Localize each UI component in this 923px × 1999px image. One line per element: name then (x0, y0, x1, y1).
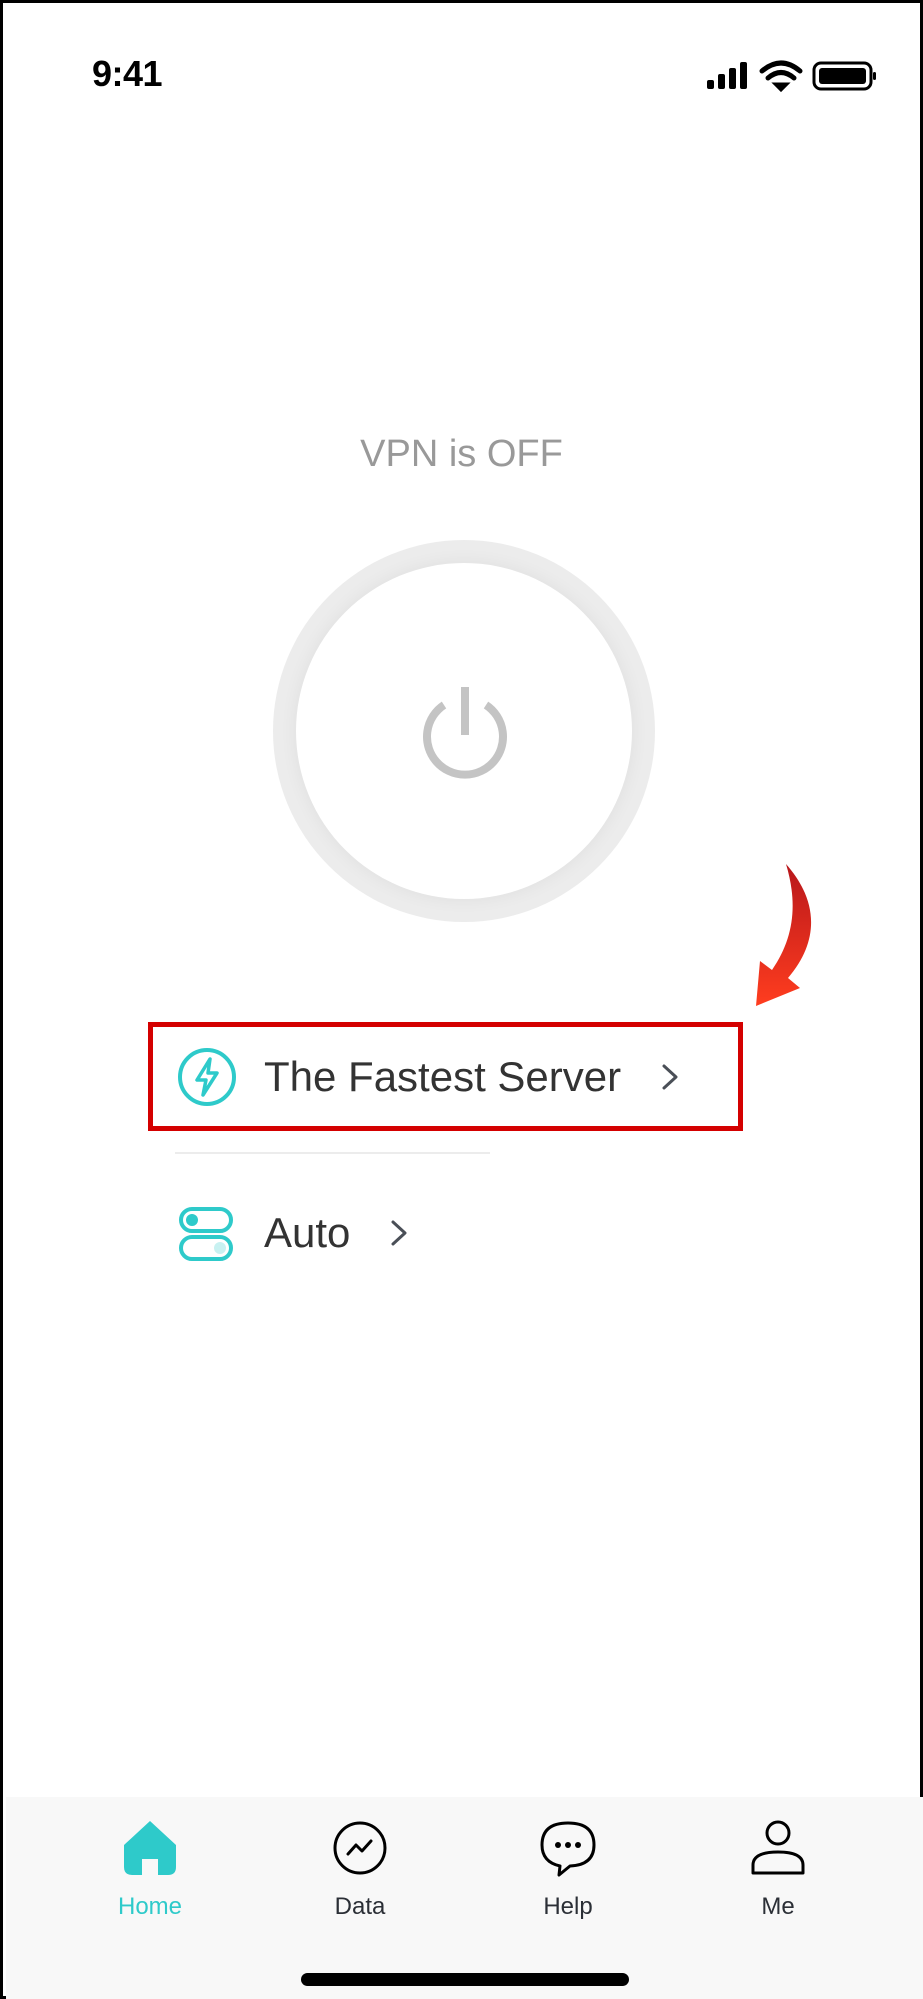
tab-me-label: Me (761, 1893, 795, 1920)
lightning-icon (178, 1048, 236, 1106)
red-curved-arrow-icon (756, 864, 812, 1006)
auto-label: Auto (264, 1209, 351, 1256)
home-icon (124, 1821, 176, 1875)
toggles-icon (179, 1207, 233, 1261)
fastest-server-label: The Fastest Server (264, 1053, 622, 1100)
signal-icon (707, 62, 747, 89)
status-time: 9:41 (92, 53, 163, 94)
tab-home[interactable]: Home (80, 1817, 220, 1927)
tab-bar: Home Data Help Me (6, 1797, 923, 1999)
status-icons (707, 60, 876, 93)
tab-help[interactable]: Help (498, 1817, 638, 1927)
battery-icon (812, 61, 876, 91)
tab-me[interactable]: Me (708, 1817, 848, 1927)
fastest-server-row[interactable]: The Fastest Server (175, 1043, 715, 1111)
tab-data[interactable]: Data (290, 1817, 430, 1927)
divider (175, 1152, 490, 1154)
auto-row[interactable]: Auto (175, 1199, 435, 1267)
tab-data-label: Data (334, 1893, 386, 1920)
tab-help-label: Help (543, 1893, 593, 1920)
tab-home-label: Home (117, 1893, 183, 1920)
person-icon (751, 1820, 805, 1875)
chart-circle-icon (333, 1821, 387, 1875)
power-icon (423, 687, 507, 779)
wifi-icon (759, 60, 803, 93)
phone-screen: 9:41 VPN is OFF The Fastest Server Auto … (0, 0, 923, 1999)
chat-bubble-icon (540, 1821, 596, 1877)
home-indicator[interactable] (301, 1973, 629, 1986)
chevron-right-icon (662, 1064, 678, 1090)
chevron-right-icon (391, 1220, 407, 1246)
vpn-status-text: VPN is OFF (360, 433, 563, 475)
